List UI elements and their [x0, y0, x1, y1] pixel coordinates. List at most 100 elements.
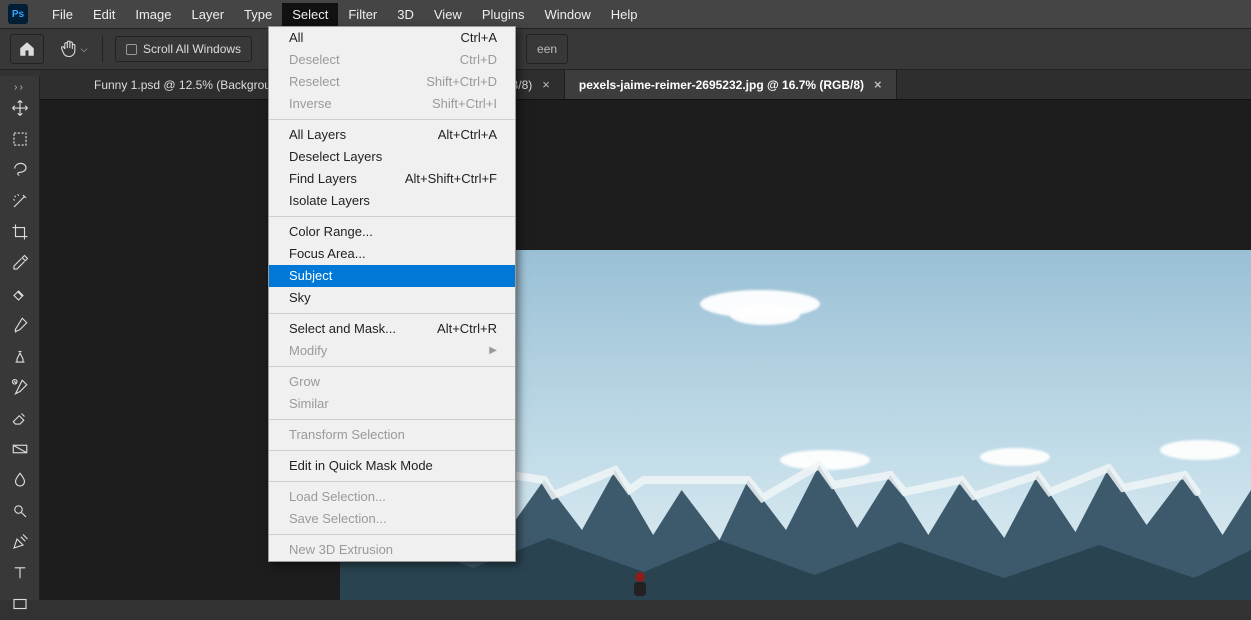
crop-tool[interactable] — [4, 217, 36, 247]
rectangle-tool[interactable] — [4, 589, 36, 619]
tab-label: Funny 1.psd @ 12.5% (Backgrou — [94, 78, 271, 92]
menu-item-shortcut: Ctrl+D — [460, 50, 497, 70]
menu-layer[interactable]: Layer — [182, 3, 235, 26]
scroll-all-windows-checkbox[interactable]: Scroll All Windows — [115, 36, 252, 62]
menu-separator — [269, 119, 515, 120]
menu-item-find-layers[interactable]: Find Layers Alt+Shift+Ctrl+F — [269, 168, 515, 190]
menu-item-load-selection: Load Selection... — [269, 486, 515, 508]
menu-item-label: Deselect Layers — [289, 147, 382, 167]
checkbox-box[interactable] — [126, 44, 137, 55]
menu-item-shortcut: Ctrl+A — [461, 28, 497, 48]
menu-item-label: Grow — [289, 372, 320, 392]
tab-close-icon[interactable]: × — [542, 77, 550, 92]
select-menu-dropdown: All Ctrl+A Deselect Ctrl+D Reselect Shift+Ctr… — [268, 26, 516, 562]
menu-edit[interactable]: Edit — [83, 3, 125, 26]
menu-type[interactable]: Type — [234, 3, 282, 26]
menu-separator — [269, 366, 515, 367]
healing-brush-tool[interactable] — [4, 279, 36, 309]
menu-item-shortcut: Alt+Ctrl+A — [438, 125, 497, 145]
gradient-tool[interactable] — [4, 434, 36, 464]
tab-close-icon[interactable]: × — [874, 77, 882, 92]
tools-panel: ›› — [0, 76, 40, 600]
clone-stamp-tool[interactable] — [4, 341, 36, 371]
menu-separator — [269, 534, 515, 535]
menu-item-label: Focus Area... — [289, 244, 366, 264]
menu-item-inverse: Inverse Shift+Ctrl+I — [269, 93, 515, 115]
obscured-button[interactable]: een — [526, 34, 568, 64]
hand-tool-indicator[interactable]: ⌵ — [56, 34, 90, 64]
menu-separator — [269, 450, 515, 451]
menu-filter[interactable]: Filter — [338, 3, 387, 26]
person-figure — [630, 572, 650, 600]
menu-item-label: Edit in Quick Mask Mode — [289, 456, 433, 476]
document-tab-2[interactable]: pexels-jaime-reimer-2695232.jpg @ 16.7% … — [565, 70, 897, 99]
menu-item-focus-area[interactable]: Focus Area... — [269, 243, 515, 265]
menu-item-transform-selection: Transform Selection — [269, 424, 515, 446]
menu-file[interactable]: File — [42, 3, 83, 26]
menu-3d[interactable]: 3D — [387, 3, 424, 26]
menu-item-edit-in-quick-mask-mode[interactable]: Edit in Quick Mask Mode — [269, 455, 515, 477]
menu-item-label: Transform Selection — [289, 425, 405, 445]
menu-item-label: Deselect — [289, 50, 340, 70]
dodge-tool[interactable] — [4, 496, 36, 526]
menu-item-label: Select and Mask... — [289, 319, 396, 339]
eraser-tool[interactable] — [4, 403, 36, 433]
menu-item-grow: Grow — [269, 371, 515, 393]
menu-select[interactable]: Select — [282, 3, 338, 26]
menu-window[interactable]: Window — [534, 3, 600, 26]
menu-item-label: Isolate Layers — [289, 191, 370, 211]
document-tab-0[interactable]: Funny 1.psd @ 12.5% (Backgrou — [80, 70, 286, 99]
menu-item-label: Find Layers — [289, 169, 357, 189]
menubar: Ps FileEditImageLayerTypeSelectFilter3DV… — [0, 0, 1251, 28]
scroll-all-label: Scroll All Windows — [143, 42, 241, 56]
menu-separator — [269, 419, 515, 420]
menu-image[interactable]: Image — [125, 3, 181, 26]
tab-label: pexels-jaime-reimer-2695232.jpg @ 16.7% … — [579, 78, 864, 92]
toolbar-toggle[interactable]: ›› — [0, 82, 39, 92]
history-brush-tool[interactable] — [4, 372, 36, 402]
menu-item-new-3d-extrusion: New 3D Extrusion — [269, 539, 515, 561]
menu-item-label: Reselect — [289, 72, 340, 92]
menu-item-label: Save Selection... — [289, 509, 387, 529]
menu-item-reselect: Reselect Shift+Ctrl+D — [269, 71, 515, 93]
menu-item-label: New 3D Extrusion — [289, 540, 393, 560]
blur-tool[interactable] — [4, 465, 36, 495]
marquee-tool[interactable] — [4, 124, 36, 154]
pen-tool[interactable] — [4, 527, 36, 557]
eyedropper-tool[interactable] — [4, 248, 36, 278]
menu-item-all[interactable]: All Ctrl+A — [269, 27, 515, 49]
menu-item-label: Color Range... — [289, 222, 373, 242]
menu-item-label: Sky — [289, 288, 311, 308]
menu-item-shortcut: Shift+Ctrl+D — [426, 72, 497, 92]
menu-plugins[interactable]: Plugins — [472, 3, 535, 26]
menu-item-modify: Modify▶ — [269, 340, 515, 362]
menu-item-shortcut: Shift+Ctrl+I — [432, 94, 497, 114]
menu-item-color-range[interactable]: Color Range... — [269, 221, 515, 243]
menu-item-label: All Layers — [289, 125, 346, 145]
menu-item-deselect-layers[interactable]: Deselect Layers — [269, 146, 515, 168]
move-tool[interactable] — [4, 93, 36, 123]
type-tool[interactable] — [4, 558, 36, 588]
menu-item-sky[interactable]: Sky — [269, 287, 515, 309]
menu-item-label: Inverse — [289, 94, 332, 114]
brush-tool[interactable] — [4, 310, 36, 340]
menu-item-all-layers[interactable]: All Layers Alt+Ctrl+A — [269, 124, 515, 146]
menu-item-label: Load Selection... — [289, 487, 386, 507]
menu-separator — [269, 313, 515, 314]
home-button[interactable] — [10, 34, 44, 64]
menu-separator — [269, 481, 515, 482]
menu-item-isolate-layers[interactable]: Isolate Layers — [269, 190, 515, 212]
menu-item-subject[interactable]: Subject — [269, 265, 515, 287]
document-area — [40, 100, 1251, 600]
menu-help[interactable]: Help — [601, 3, 648, 26]
menu-item-select-and-mask[interactable]: Select and Mask... Alt+Ctrl+R — [269, 318, 515, 340]
magic-wand-tool[interactable] — [4, 186, 36, 216]
menu-item-shortcut: Alt+Ctrl+R — [437, 319, 497, 339]
menu-view[interactable]: View — [424, 3, 472, 26]
menu-item-shortcut: Alt+Shift+Ctrl+F — [405, 169, 497, 189]
menu-item-label: Modify — [289, 341, 327, 361]
lasso-tool[interactable] — [4, 155, 36, 185]
app-logo: Ps — [8, 4, 28, 24]
menu-item-save-selection: Save Selection... — [269, 508, 515, 530]
menu-item-label: All — [289, 28, 303, 48]
